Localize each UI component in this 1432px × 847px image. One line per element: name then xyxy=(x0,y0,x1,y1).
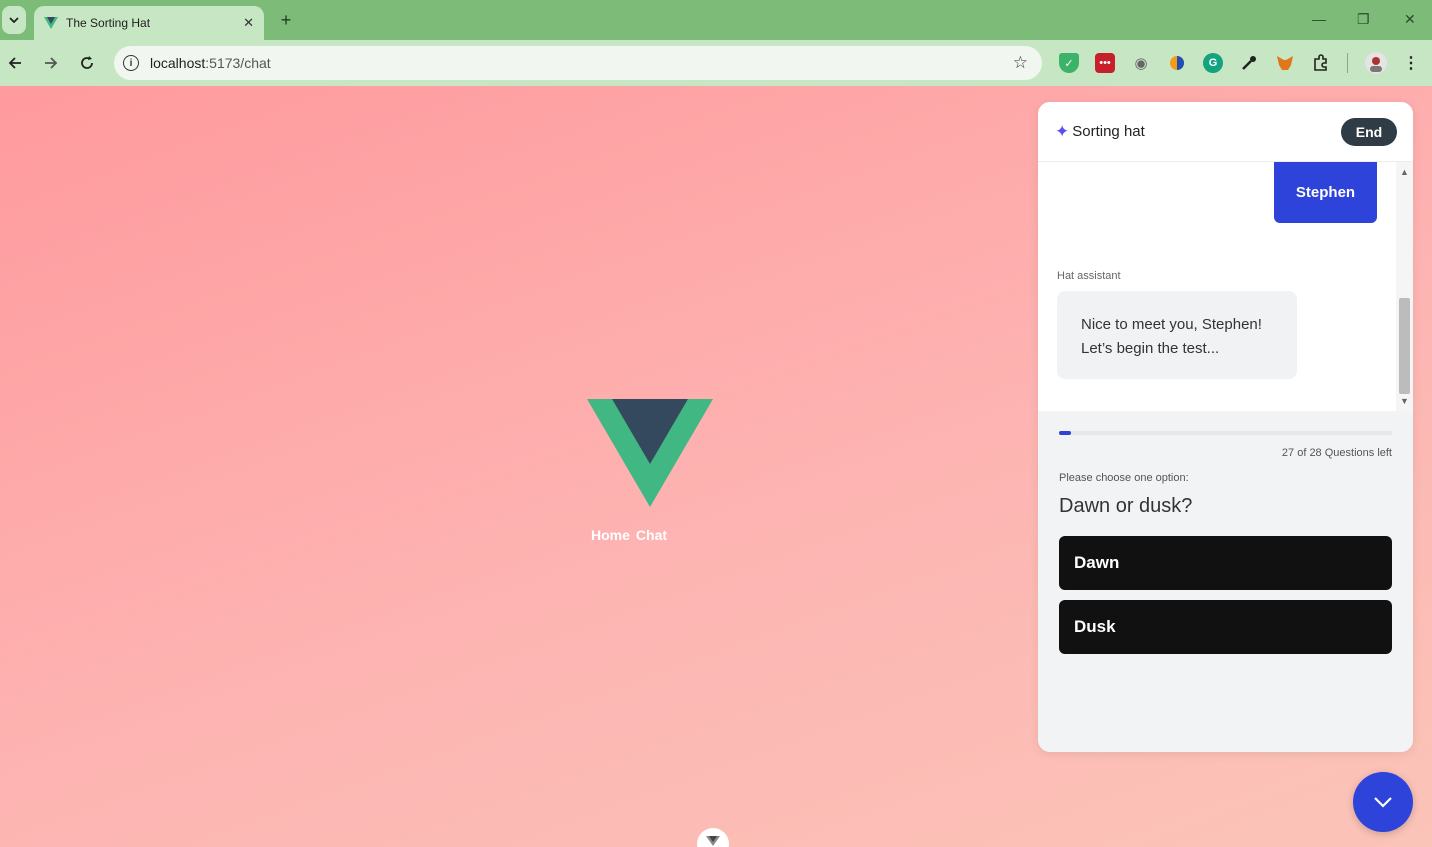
assistant-label: Hat assistant xyxy=(1057,270,1121,282)
dropper-extension-icon[interactable] xyxy=(1239,53,1259,73)
vue-devtools-icon xyxy=(706,836,720,846)
assistant-message-bubble: Nice to meet you, Stephen! Let’s begin t… xyxy=(1057,291,1297,379)
arrow-left-icon xyxy=(8,57,21,69)
question-text: Dawn or dusk? xyxy=(1059,495,1193,517)
scroll-up-icon[interactable]: ▲ xyxy=(1400,167,1409,177)
quiz-section: 27 of 28 Questions left Please choose on… xyxy=(1038,431,1413,654)
scroll-down-icon[interactable]: ▼ xyxy=(1400,396,1409,406)
tab-search-button[interactable] xyxy=(2,6,26,34)
toggle-chat-button[interactable] xyxy=(1353,772,1413,832)
chat-panel: ✦ Sorting hat End Stephen Hat assistant … xyxy=(1038,102,1413,752)
close-tab-icon[interactable]: ✕ xyxy=(243,15,254,31)
profile-avatar[interactable] xyxy=(1365,52,1387,74)
vue-devtools-button[interactable] xyxy=(697,828,729,847)
chevron-down-icon xyxy=(1374,797,1392,808)
new-tab-button[interactable]: + xyxy=(276,10,296,30)
chat-title: Sorting hat xyxy=(1072,123,1145,140)
site-info-icon[interactable]: i xyxy=(123,55,139,71)
vue-logo xyxy=(587,399,713,507)
address-bar[interactable]: i localhost:5173/chat ☆ xyxy=(114,46,1042,80)
progress-bar xyxy=(1059,431,1392,435)
tab-strip: The Sorting Hat ✕ + — ❐ ✕ xyxy=(0,0,1432,40)
scroll-thumb[interactable] xyxy=(1399,298,1410,394)
restore-button[interactable]: ❐ xyxy=(1357,11,1370,28)
main-nav: Home Chat xyxy=(591,527,667,543)
reload-button[interactable] xyxy=(76,52,98,74)
nav-link-chat[interactable]: Chat xyxy=(636,527,667,543)
red-extension-icon[interactable]: ••• xyxy=(1095,53,1115,73)
forward-button[interactable] xyxy=(40,52,62,74)
option-dusk-button[interactable]: Dusk xyxy=(1059,600,1392,654)
puzzle-extensions-icon[interactable] xyxy=(1311,53,1331,73)
option-dawn-button[interactable]: Dawn xyxy=(1059,536,1392,590)
progress-fill xyxy=(1059,431,1071,435)
grammarly-icon[interactable]: G xyxy=(1203,53,1223,73)
url-text[interactable]: localhost:5173/chat xyxy=(150,55,1013,71)
shield-extension-icon[interactable]: ✓ xyxy=(1059,53,1079,73)
minimize-button[interactable]: — xyxy=(1312,11,1326,27)
browser-toolbar: i localhost:5173/chat ☆ ✓ ••• ◉ G ⋮ xyxy=(0,40,1432,86)
chevron-down-icon xyxy=(9,17,19,23)
sparkle-icon: ✦ xyxy=(1055,121,1070,141)
chat-header: ✦ Sorting hat End xyxy=(1038,102,1413,162)
kebab-menu-icon[interactable]: ⋮ xyxy=(1401,53,1421,73)
bookmark-star-icon[interactable]: ☆ xyxy=(1013,53,1028,73)
reload-icon xyxy=(81,56,93,69)
message-list[interactable]: Stephen Hat assistant Nice to meet you, … xyxy=(1038,162,1413,411)
close-window-button[interactable]: ✕ xyxy=(1404,11,1416,28)
browser-tab[interactable]: The Sorting Hat ✕ xyxy=(34,6,264,40)
choice-prompt: Please choose one option: xyxy=(1059,472,1189,484)
tab-title: The Sorting Hat xyxy=(66,16,151,30)
message-scrollbar[interactable]: ▲ ▼ xyxy=(1396,162,1413,411)
assistant-message-line: Let’s begin the test... xyxy=(1081,340,1220,357)
end-chat-button[interactable]: End xyxy=(1341,117,1397,146)
nav-link-home[interactable]: Home xyxy=(591,527,630,543)
back-button[interactable] xyxy=(4,52,26,74)
toolbar-divider xyxy=(1347,53,1348,73)
app-page: Home Chat ✦ Sorting hat End Stephen Hat … xyxy=(0,86,1432,847)
metamask-icon[interactable] xyxy=(1275,53,1295,73)
half-circle-extension-icon[interactable] xyxy=(1167,53,1187,73)
assistant-message-line: Nice to meet you, Stephen! xyxy=(1081,316,1262,333)
arrow-right-icon xyxy=(45,57,58,69)
questions-left-text: 27 of 28 Questions left xyxy=(1281,447,1392,459)
camera-extension-icon[interactable]: ◉ xyxy=(1131,53,1151,73)
vue-favicon-icon xyxy=(44,17,58,29)
user-message-bubble: Stephen xyxy=(1274,162,1377,223)
